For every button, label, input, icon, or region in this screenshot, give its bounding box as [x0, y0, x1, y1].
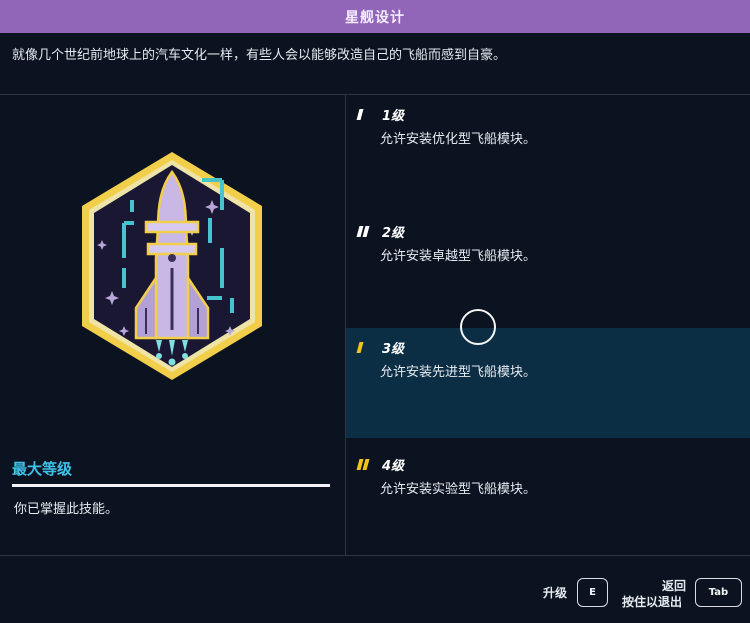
level-row-4[interactable]: 4级 允许安装实验型飞船模块。: [346, 445, 750, 555]
level-name: 1级: [382, 108, 405, 124]
rocket-patch-icon: [82, 152, 262, 380]
back-key-button[interactable]: Tab: [695, 578, 742, 607]
rank-2-icon: [356, 225, 380, 237]
max-level-title: 最大等级: [12, 460, 73, 478]
level-description: 允许安装先进型飞船模块。: [380, 365, 537, 380]
level-name: 4级: [382, 458, 405, 474]
rank-3-icon: [356, 341, 380, 353]
level-description: 允许安装优化型飞船模块。: [380, 132, 537, 147]
max-level-underline: [12, 484, 330, 487]
level-row-2[interactable]: 2级 允许安装卓越型飞船模块。: [346, 212, 750, 322]
divider: [0, 555, 750, 556]
page-title: 星舰设计: [345, 9, 405, 26]
upgrade-key-button[interactable]: E: [577, 578, 608, 607]
level-description: 允许安装卓越型飞船模块。: [380, 249, 537, 264]
level-name: 3级: [382, 341, 405, 357]
cursor-ring-icon: [460, 309, 496, 345]
rank-1-icon: [356, 108, 380, 120]
hold-to-exit-label: 按住以退出: [622, 595, 683, 609]
back-label: 返回: [662, 579, 687, 593]
upgrade-label: 升级: [543, 586, 568, 600]
rank-4-icon: [356, 458, 380, 470]
level-description: 允许安装实验型飞船模块。: [380, 482, 537, 497]
title-bar: 星舰设计: [0, 0, 750, 33]
level-name: 2级: [382, 225, 405, 241]
level-row-3[interactable]: 3级 允许安装先进型飞船模块。: [346, 328, 750, 438]
max-level-text: 你已掌握此技能。: [14, 502, 119, 517]
level-row-1[interactable]: 1级 允许安装优化型飞船模块。: [346, 95, 750, 205]
skill-description: 就像几个世纪前地球上的汽车文化一样，有些人会以能够改造自己的飞船而感到自豪。: [12, 48, 507, 63]
